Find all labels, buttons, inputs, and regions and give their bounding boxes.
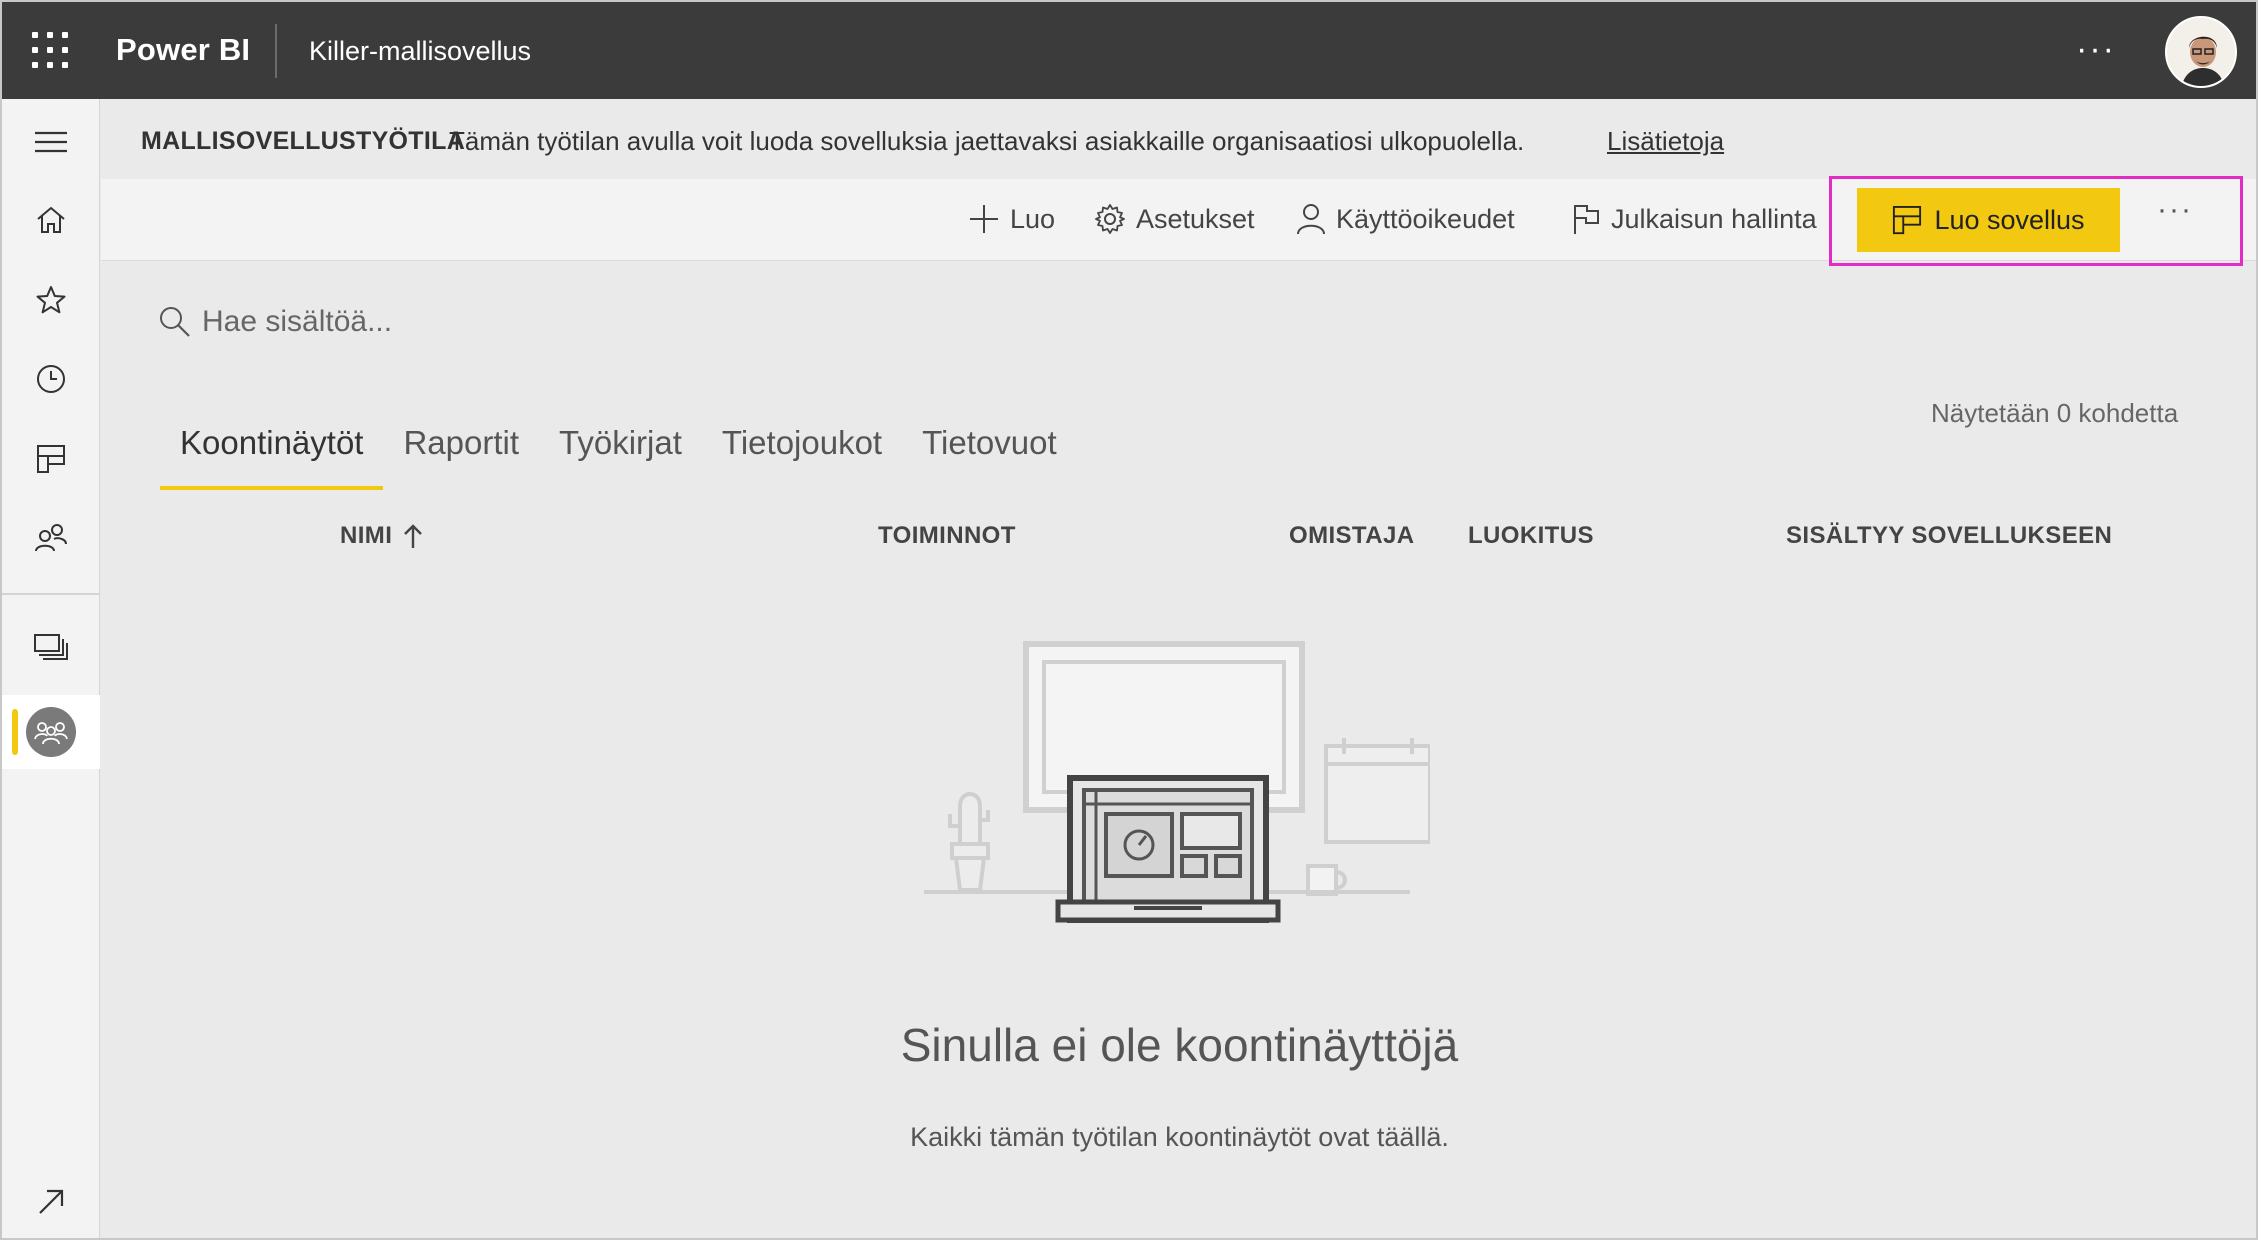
column-header-actions: TOIMINNOT <box>878 522 1016 549</box>
column-name-label: NIMI <box>340 522 393 549</box>
workspace-banner: MALLISOVELLUSTYÖTILA Tämän työtilan avul… <box>101 99 2256 179</box>
top-bar: Power BI Killer-mallisovellus ··· <box>2 2 2256 99</box>
create-button[interactable]: Luo <box>968 199 1055 239</box>
empty-state-title: Sinulla ei ole koontinäyttöjä <box>900 1019 1459 1071</box>
content-tabs: Koontinäytöt Raportit Työkirjat Tietojou… <box>160 414 1077 490</box>
learn-more-link[interactable]: Lisätietoja <box>1607 126 1724 157</box>
column-header-name[interactable]: NIMI <box>340 522 424 550</box>
empty-state-subtitle: Kaikki tämän työtilan koontinäytöt ovat … <box>910 1122 1449 1152</box>
plus-icon <box>970 205 998 233</box>
column-header-classification[interactable]: LUOKITUS <box>1468 522 1594 550</box>
banner-label: MALLISOVELLUSTYÖTILA <box>141 127 466 155</box>
active-indicator <box>12 709 18 755</box>
left-navigation <box>2 99 100 1238</box>
tab-workbooks[interactable]: Työkirjat <box>539 414 702 490</box>
brand-name[interactable]: Power BI <box>116 32 250 68</box>
sort-ascending-icon <box>404 524 423 548</box>
column-header-included-in-app[interactable]: SISÄLTYY SOVELLUKSEEN <box>1786 522 2112 550</box>
gear-icon <box>1095 204 1125 234</box>
nav-divider <box>2 593 100 595</box>
settings-button[interactable]: Asetukset <box>1094 199 1255 239</box>
apps-icon[interactable] <box>2 424 100 494</box>
tab-datasets[interactable]: Tietojoukot <box>702 414 902 490</box>
create-app-label: Luo sovellus <box>1934 204 2085 235</box>
workspace-people-icon <box>26 707 76 757</box>
tab-dashboards[interactable]: Koontinäytöt <box>160 414 384 490</box>
banner-text: Tämän työtilan avulla voit luoda sovellu… <box>449 126 1525 156</box>
app-launcher-icon[interactable] <box>32 32 68 68</box>
release-management-label: Julkaisun hallinta <box>1611 203 1817 234</box>
access-button[interactable]: Käyttöoikeudet <box>1296 199 1515 239</box>
toolbar-more-icon[interactable]: ··· <box>2157 193 2193 227</box>
access-label: Käyttöoikeudet <box>1336 203 1515 234</box>
app-window: Power BI Killer-mallisovellus ··· MALLIS… <box>0 0 2258 1240</box>
workspaces-icon[interactable] <box>2 613 100 683</box>
create-label: Luo <box>1010 203 1056 234</box>
workspace-toolbar: Luo Asetukset Käyttöoikeudet Julkaisun h… <box>101 176 2256 266</box>
app-icon <box>1893 205 1922 235</box>
home-icon[interactable] <box>2 185 100 255</box>
tab-dataflows[interactable]: Tietovuot <box>902 414 1077 490</box>
settings-label: Asetukset <box>1136 203 1255 234</box>
column-header-owner[interactable]: OMISTAJA <box>1289 522 1414 550</box>
workspace-current[interactable] <box>2 695 100 769</box>
empty-state-illustration <box>924 641 1430 923</box>
person-icon <box>1297 204 1325 235</box>
release-management-button[interactable]: Julkaisun hallinta <box>1571 199 1817 239</box>
menu-icon[interactable] <box>2 107 100 177</box>
flag-icon <box>1574 205 1599 234</box>
search-input[interactable] <box>202 305 622 339</box>
shared-icon[interactable] <box>2 503 100 573</box>
divider <box>275 24 277 78</box>
search-box[interactable] <box>158 298 658 346</box>
tab-reports[interactable]: Raportit <box>383 414 539 490</box>
avatar[interactable] <box>2165 16 2237 88</box>
clock-icon[interactable] <box>2 344 100 414</box>
star-icon[interactable] <box>2 265 100 335</box>
workspace-title[interactable]: Killer-mallisovellus <box>309 36 531 67</box>
search-icon <box>160 307 190 337</box>
expand-arrow-icon[interactable] <box>2 1167 100 1237</box>
item-count: Näytetään 0 kohdetta <box>1931 398 2179 428</box>
create-app-button[interactable]: Luo sovellus <box>1857 188 2120 252</box>
more-options-icon[interactable]: ··· <box>2076 30 2116 69</box>
